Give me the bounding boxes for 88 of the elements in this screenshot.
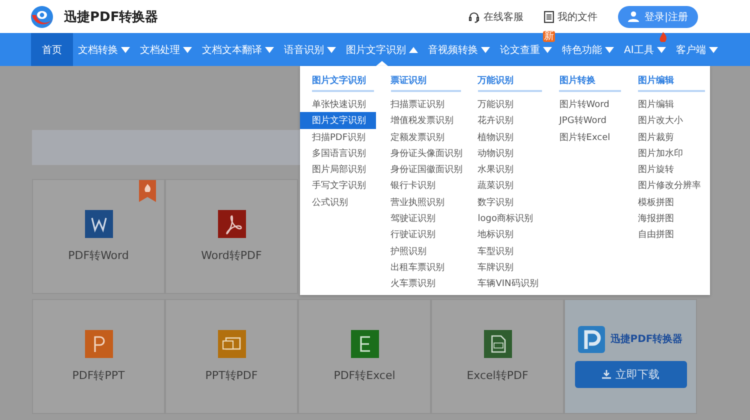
menu-group-title: 票证识别	[390, 76, 461, 92]
menu-group-title: 图片文字识别	[312, 76, 374, 92]
tool-card[interactable]: Excel转PDF	[431, 299, 564, 414]
brand-name: 迅捷PDF转换器	[64, 8, 158, 26]
nav-tab[interactable]: 文档处理	[135, 33, 197, 66]
download-icon	[602, 370, 610, 378]
menu-item[interactable]: 营业执照识别	[378, 194, 463, 210]
menu-item[interactable]: 车辆VIN码识别	[466, 275, 544, 292]
user-icon	[628, 11, 639, 22]
word-document-icon	[84, 210, 112, 238]
menu-item[interactable]: 多国语言识别	[300, 144, 376, 162]
pdf-document-icon	[218, 210, 246, 238]
menu-item[interactable]: 扫描票证识别	[378, 96, 463, 112]
menu-item[interactable]: 图片加水印	[626, 144, 707, 162]
menu-item[interactable]: 植物识别	[466, 128, 544, 145]
header-link[interactable]: 在线客服	[468, 10, 524, 24]
menu-item[interactable]: 护照识别	[378, 242, 463, 259]
menu-item[interactable]: 花卉识别	[466, 112, 544, 129]
tool-label: Excel转PDF	[466, 368, 528, 383]
menu-item[interactable]: 扫描PDF识别	[300, 128, 376, 145]
tool-label: PPT转PDF	[205, 368, 258, 383]
nav-tab[interactable]: 特色功能	[557, 33, 619, 66]
menu-item[interactable]: 手写文字识别	[300, 177, 376, 194]
menu-item[interactable]: 图片旋转	[626, 161, 707, 178]
brand-name: 迅捷PDF转换器	[610, 332, 683, 346]
menu-item[interactable]: 行驶证识别	[378, 226, 463, 243]
menu-item[interactable]: 图片修改分辨率	[626, 177, 707, 194]
tool-label: PDF转Word	[68, 248, 129, 263]
tool-label: PDF转PPT	[72, 368, 125, 383]
menu-item[interactable]: 图片裁剪	[626, 128, 707, 145]
header-link[interactable]: 我的文件	[544, 10, 598, 24]
menu-item[interactable]: 蔬菜识别	[466, 177, 544, 194]
menu-group-title: 图片编辑	[638, 76, 705, 92]
download-button[interactable]: 立即下载	[574, 360, 686, 388]
tool-card[interactable]: Word转PDF	[165, 179, 298, 294]
menu-item[interactable]: 车牌识别	[466, 258, 544, 276]
nav-tab[interactable]: 客户端	[670, 33, 723, 66]
menu-item[interactable]: 公式识别	[300, 194, 376, 210]
menu-item[interactable]: 银行卡识别	[378, 177, 463, 194]
menu-group-title: 图片转换	[559, 76, 621, 92]
tool-card[interactable]: PPT转PDF	[165, 299, 298, 414]
spreadsheet-icon	[350, 330, 378, 358]
menu-item[interactable]: 地标识别	[466, 226, 544, 243]
nav-tab[interactable]: 文档转换	[73, 33, 135, 66]
nav-tab[interactable]: 论文查重 新	[495, 33, 557, 66]
menu-item[interactable]: 图片编辑	[626, 96, 707, 112]
menu-item[interactable]: 身份证国徽面识别	[378, 161, 463, 178]
menu-item[interactable]: 水果识别	[466, 161, 544, 178]
tool-card[interactable]: PDF转Excel	[298, 299, 431, 414]
headset-icon	[468, 10, 480, 22]
new-badge: 新	[543, 31, 555, 42]
menu-item[interactable]: 万能识别	[466, 96, 544, 112]
tool-card[interactable]: PDF转Word	[32, 179, 165, 294]
spreadsheet-to-pdf-icon	[484, 330, 512, 358]
slides-to-pdf-icon	[218, 330, 246, 358]
tool-label: Word转PDF	[201, 248, 262, 263]
tool-label: PDF转Excel	[334, 368, 396, 383]
menu-item[interactable]: 模板拼图	[626, 194, 707, 210]
menu-item[interactable]: 增值税发票识别	[378, 112, 463, 129]
menu-item[interactable]: 车型识别	[466, 242, 544, 259]
app-logo-icon	[578, 326, 606, 352]
menu-item[interactable]: 海报拼图	[626, 210, 707, 226]
document-icon	[544, 10, 554, 22]
menu-item[interactable]: 图片局部识别	[300, 161, 376, 178]
menu-item[interactable]: 图片改大小	[626, 112, 707, 129]
nav-tab[interactable]: 语音识别	[279, 33, 341, 66]
nav-tab[interactable]: 首页	[31, 33, 73, 66]
presentation-icon	[84, 330, 112, 358]
menu-item[interactable]: 数字识别	[466, 194, 544, 210]
menu-item[interactable]: 单张快速识别	[300, 96, 376, 112]
menu-item[interactable]: 自由拼图	[626, 226, 707, 243]
nav-tab[interactable]: 文档文本翻译	[197, 33, 279, 66]
menu-item[interactable]: JPG转Word	[547, 112, 623, 129]
menu-item[interactable]: 图片转Excel	[547, 128, 623, 145]
logo-icon	[30, 4, 54, 28]
menu-item[interactable]: 火车票识别	[378, 275, 463, 292]
menu-group-title: 万能识别	[478, 76, 542, 92]
menu-item[interactable]: logo商标识别	[466, 210, 544, 226]
menu-item[interactable]: 出租车票识别	[378, 258, 463, 276]
menu-item[interactable]: 图片文字识别	[300, 112, 376, 129]
nav-tab[interactable]: 音视频转换	[423, 33, 495, 66]
menu-item[interactable]: 身份证头像面识别	[378, 144, 463, 162]
menu-item[interactable]: 动物识别	[466, 144, 544, 162]
menu-item[interactable]: 定额发票识别	[378, 128, 463, 145]
menu-item[interactable]: 图片转Word	[547, 96, 623, 112]
nav-tab[interactable]: AI工具	[619, 33, 671, 66]
menu-item[interactable]: 驾驶证识别	[378, 210, 463, 226]
tool-card[interactable]: PDF转PPT	[32, 299, 165, 414]
